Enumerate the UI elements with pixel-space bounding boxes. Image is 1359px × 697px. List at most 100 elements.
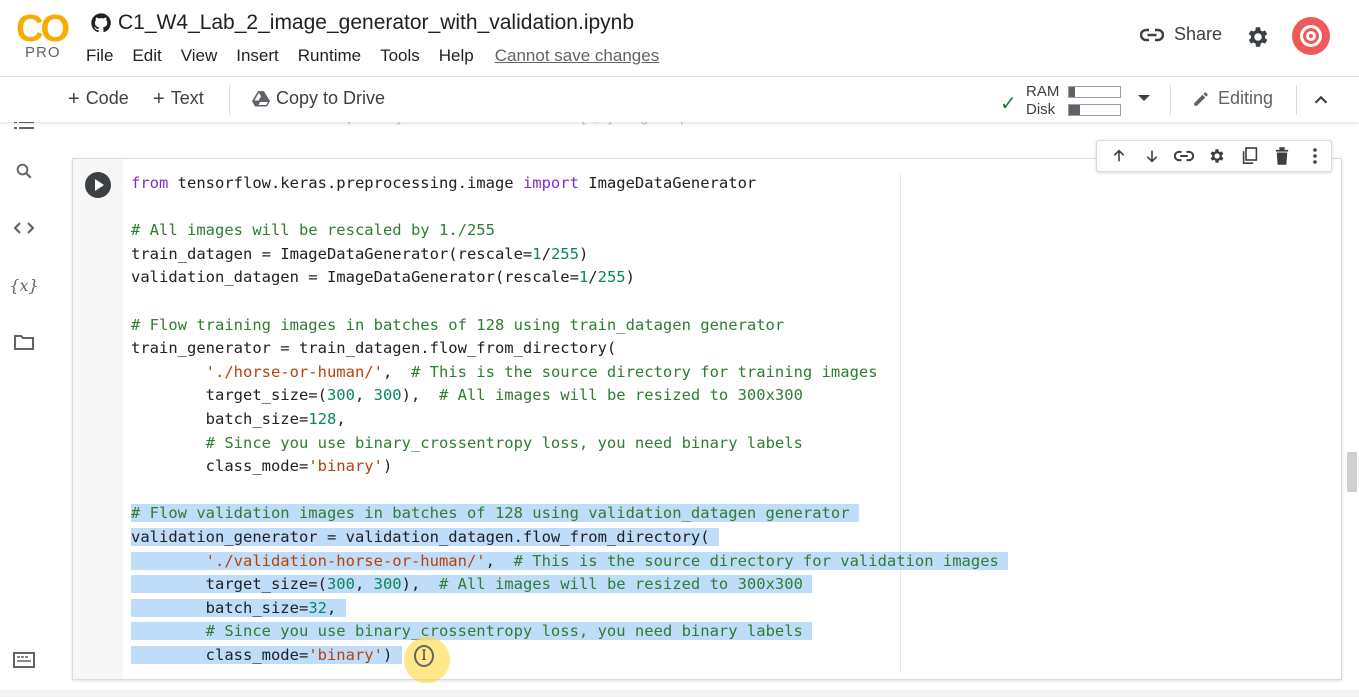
header: CO PRO C1_W4_Lab_2_image_generator_with_…: [0, 0, 1359, 76]
menu-edit[interactable]: Edit: [132, 44, 161, 68]
connected-check-icon: ✓: [1000, 93, 1017, 115]
search-icon[interactable]: [12, 159, 36, 183]
menu-runtime[interactable]: Runtime: [298, 44, 361, 68]
copy-to-drive-label: Copy to Drive: [276, 88, 386, 108]
code-line[interactable]: train_generator = train_datagen.flow_fro…: [131, 337, 1008, 361]
add-text-button[interactable]: + Text: [153, 88, 204, 109]
collapse-header-icon[interactable]: [1310, 89, 1332, 111]
code-line[interactable]: # Flow training images in batches of 128…: [131, 314, 1008, 338]
variables-icon[interactable]: {x}: [9, 273, 38, 297]
link-icon: [1140, 28, 1164, 41]
play-icon: [95, 179, 104, 191]
logo-pro-label: PRO: [25, 44, 61, 61]
code-line[interactable]: validation_datagen = ImageDataGenerator(…: [131, 266, 1008, 290]
code-line-text: # All images will be rescaled by 1./255: [131, 221, 495, 240]
code-line[interactable]: class_mode='binary'): [131, 455, 1008, 479]
code-line-text: target_size=(300, 300), # All images wil…: [131, 575, 813, 594]
code-line-text: class_mode='binary'): [131, 645, 402, 664]
vertical-scrollbar[interactable]: [1347, 452, 1357, 492]
code-line[interactable]: batch_size=32,: [131, 597, 1008, 621]
code-line[interactable]: [131, 479, 1008, 503]
code-line-text: batch_size=32,: [131, 598, 346, 617]
disk-usage-fill: [1069, 105, 1081, 115]
code-line-text: './validation-horse-or-human/', # This i…: [131, 551, 1009, 570]
move-up-icon[interactable]: [1103, 144, 1136, 168]
toolbar-divider: [229, 85, 230, 115]
terminal-icon[interactable]: [12, 648, 36, 672]
cell-toolbar: [1096, 140, 1332, 172]
code-line-text: # Since you use binary_crossentropy loss…: [131, 622, 813, 641]
mirror-cell-icon[interactable]: [1233, 144, 1266, 168]
resource-monitor[interactable]: ✓ RAM Disk: [998, 81, 1158, 119]
code-line-text: target_size=(300, 300), # All images wil…: [131, 386, 803, 405]
code-line-text: # Since you use binary_crossentropy loss…: [205, 433, 803, 452]
add-text-label: Text: [170, 88, 204, 108]
code-cell[interactable]: from tensorflow.keras.preprocessing.imag…: [72, 158, 1342, 680]
move-down-icon[interactable]: [1136, 144, 1169, 168]
text-cursor-icon: I: [414, 645, 434, 667]
cell-settings-icon[interactable]: [1201, 144, 1234, 168]
editing-mode-button[interactable]: Editing: [1192, 88, 1273, 109]
code-line[interactable]: # Since you use binary_crossentropy loss…: [131, 432, 1008, 456]
code-line[interactable]: # All images will be rescaled by 1./255: [131, 219, 1008, 243]
ram-usage-bar: [1068, 86, 1121, 98]
code-line-text: validation_generator = validation_datage…: [131, 527, 719, 546]
code-line[interactable]: class_mode='binary'): [131, 644, 1008, 668]
notebook-toolbar: + Code + Text Copy to Drive ✓ RAM Disk E…: [0, 76, 1359, 122]
code-line[interactable]: './horse-or-human/', # This is the sourc…: [131, 361, 1008, 385]
notebook-title[interactable]: C1_W4_Lab_2_image_generator_with_validat…: [118, 11, 634, 35]
cell-gutter: [73, 159, 123, 679]
code-line[interactable]: train_datagen = ImageDataGenerator(resca…: [131, 243, 1008, 267]
code-snippets-icon[interactable]: [12, 216, 36, 240]
pencil-icon: [1194, 91, 1208, 106]
resources-dropdown-icon[interactable]: [1138, 95, 1150, 101]
code-line[interactable]: # Flow validation images in batches of 1…: [131, 502, 1008, 526]
code-line[interactable]: batch_size=128,: [131, 408, 1008, 432]
share-button[interactable]: Share: [1140, 24, 1222, 45]
menu-help[interactable]: Help: [439, 44, 474, 68]
code-line[interactable]: './validation-horse-or-human/', # This i…: [131, 550, 1009, 574]
github-icon: [91, 13, 111, 33]
status-strip: [0, 690, 1359, 697]
more-options-icon[interactable]: [1298, 144, 1331, 168]
copy-to-drive-button[interactable]: Copy to Drive: [252, 88, 385, 109]
menu-insert[interactable]: Insert: [236, 44, 279, 68]
run-cell-button[interactable]: [85, 172, 111, 198]
ram-usage-fill: [1069, 87, 1076, 97]
avatar-ring-icon: [1300, 25, 1322, 47]
title-row: C1_W4_Lab_2_image_generator_with_validat…: [90, 8, 634, 38]
code-line-text: # Flow training images in batches of 128…: [131, 315, 785, 334]
code-line[interactable]: [131, 290, 1008, 314]
delete-icon[interactable]: [1266, 144, 1299, 168]
code-line-text: batch_size=128,: [131, 409, 346, 428]
colab-logo[interactable]: CO PRO: [14, 8, 72, 64]
disk-label: Disk: [1026, 101, 1056, 118]
toolbar-divider: [1170, 85, 1171, 115]
menu-view[interactable]: View: [181, 44, 218, 68]
settings-gear-icon[interactable]: [1245, 24, 1271, 50]
code-line-text: train_datagen = ImageDataGenerator(resca…: [131, 244, 589, 263]
code-line-text: # Flow validation images in batches of 1…: [131, 504, 859, 523]
menu-file[interactable]: File: [86, 44, 113, 68]
ram-label: RAM: [1026, 83, 1060, 100]
files-icon[interactable]: [12, 330, 36, 354]
code-line[interactable]: target_size=(300, 300), # All images wil…: [131, 384, 1008, 408]
code-line-text: train_generator = train_datagen.flow_fro…: [131, 339, 617, 358]
add-code-button[interactable]: + Code: [68, 88, 129, 109]
code-line[interactable]: # Since you use binary_crossentropy loss…: [131, 620, 1008, 644]
link-icon[interactable]: [1168, 144, 1201, 168]
code-line[interactable]: from tensorflow.keras.preprocessing.imag…: [131, 172, 1008, 196]
code-line-text: './horse-or-human/', # This is the sourc…: [205, 362, 878, 381]
save-status-link[interactable]: Cannot save changes: [495, 44, 659, 68]
code-editor[interactable]: from tensorflow.keras.preprocessing.imag…: [131, 172, 1009, 668]
code-line[interactable]: validation_generator = validation_datage…: [131, 526, 1008, 550]
code-line[interactable]: target_size=(300, 300), # All images wil…: [131, 573, 1008, 597]
plus-icon: +: [68, 87, 80, 110]
user-avatar[interactable]: [1292, 17, 1330, 55]
menu-bar: File Edit View Insert Runtime Tools Help…: [86, 44, 678, 68]
menu-tools[interactable]: Tools: [380, 44, 420, 68]
toolbar-divider: [1296, 85, 1297, 115]
left-sidebar: {x}: [0, 115, 48, 697]
code-line[interactable]: [131, 196, 1008, 220]
code-line-text: from tensorflow.keras.preprocessing.imag…: [131, 174, 757, 192]
